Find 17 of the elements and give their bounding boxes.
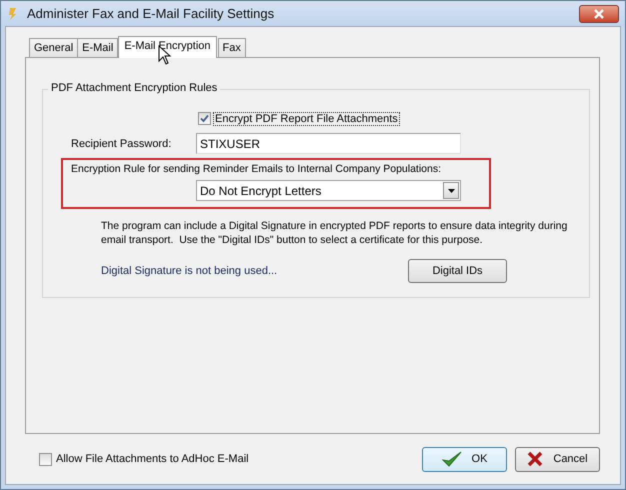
tab[interactable]: E-Mail — [77, 38, 118, 57]
tab[interactable]: E-Mail Encryption — [118, 36, 217, 58]
window-title: Administer Fax and E-Mail Facility Settings — [27, 6, 274, 21]
rule-label: Encryption Rule for sending Reminder Emails to Internal Company Populations: — [71, 163, 442, 175]
description-text: The program can include a Digital Signature in encrypted PDF reports to ensure data integrity during email transport. Use the "Digital IDs" button to select a certificate for this purpose. — [101, 219, 568, 247]
signature-status: Digital Signature is not being used... — [101, 265, 278, 277]
checkbox-label[interactable]: Encrypt PDF Report File Attachments — [214, 112, 399, 124]
checkbox-label[interactable]: Allow File Attachments to AdHoc E-Mail — [55, 453, 250, 465]
encryption-rule-dropdown[interactable]: Do Not Encrypt Letters — [196, 180, 461, 201]
tab[interactable]: General — [29, 38, 78, 57]
password-field[interactable]: STIXUSER — [196, 133, 461, 154]
password-label: Recipient Password: — [71, 138, 172, 150]
digital-ids-button[interactable]: Digital IDs — [408, 259, 507, 283]
tab[interactable]: Fax — [218, 38, 246, 57]
cancel-button[interactable]: Cancel — [515, 446, 600, 472]
group-title: PDF Attachment Encryption Rules — [48, 82, 220, 94]
ok-button[interactable]: OK — [422, 446, 507, 472]
